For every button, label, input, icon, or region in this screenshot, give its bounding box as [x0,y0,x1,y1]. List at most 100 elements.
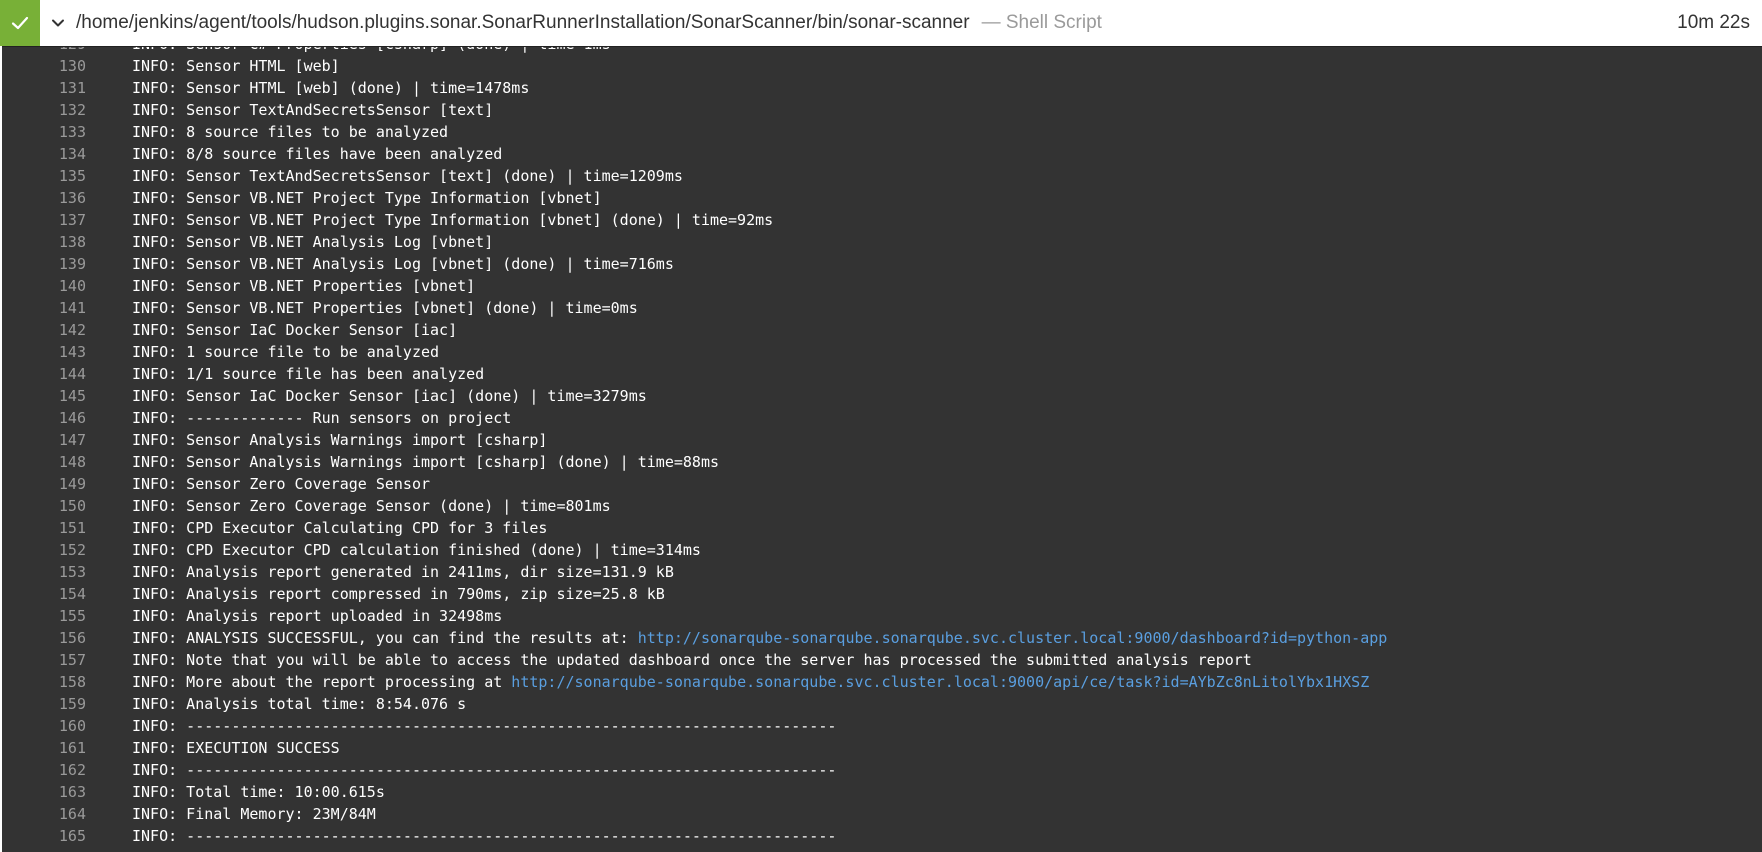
log-line: 162 INFO: -------------------------------… [2,759,1762,781]
log-message: INFO: Sensor VB.NET Project Type Informa… [132,211,774,229]
line-number[interactable]: 165 [2,825,86,847]
log-line-text: INFO: Sensor Zero Coverage Sensor (done)… [132,495,611,517]
log-line-text: INFO: 8/8 source files have been analyze… [132,143,502,165]
log-message: INFO: 8 source files to be analyzed [132,123,449,141]
line-number[interactable]: 135 [2,165,86,187]
log-line-text: INFO: Sensor Analysis Warnings import [c… [132,451,719,473]
line-number[interactable]: 133 [2,121,86,143]
line-number[interactable]: 147 [2,429,86,451]
log-line-text: INFO: 1 source file to be analyzed [132,341,439,363]
line-number[interactable]: 155 [2,605,86,627]
log-line-text: INFO: Note that you will be able to acce… [132,649,1252,671]
line-number[interactable]: 161 [2,737,86,759]
log-message: INFO: Sensor VB.NET Analysis Log [vbnet]… [132,255,674,273]
log-message: INFO: Sensor VB.NET Properties [vbnet] [132,277,476,295]
log-message: INFO: Sensor VB.NET Properties [vbnet] (… [132,299,638,317]
log-line: 163 INFO: Total time: 10:00.615s [2,781,1762,803]
log-line-text: INFO: ------------- Run sensors on proje… [132,407,511,429]
log-line: 136 INFO: Sensor VB.NET Project Type Info… [2,187,1762,209]
line-number[interactable]: 131 [2,77,86,99]
log-line: 143 INFO: 1 source file to be analyzed [2,341,1762,363]
line-number[interactable]: 154 [2,583,86,605]
log-line-text: INFO: Sensor HTML [web] [132,55,340,77]
log-line-text: INFO: Sensor VB.NET Analysis Log [vbnet]… [132,253,674,275]
log-line: 130 INFO: Sensor HTML [web] [2,55,1762,77]
log-line-text: INFO: 1/1 source file has been analyzed [132,363,484,385]
line-number[interactable]: 143 [2,341,86,363]
log-line-text: INFO: Sensor VB.NET Analysis Log [vbnet] [132,231,493,253]
line-number[interactable]: 138 [2,231,86,253]
log-line-text: INFO: Analysis report uploaded in 32498m… [132,605,502,627]
line-number[interactable]: 146 [2,407,86,429]
log-message: INFO: Analysis report compressed in 790m… [132,585,665,603]
log-url-link[interactable]: http://sonarqube-sonarqube.sonarqube.svc… [511,673,1369,691]
log-line: 147 INFO: Sensor Analysis Warnings import… [2,429,1762,451]
log-message: INFO: ANALYSIS SUCCESSFUL, you can find … [132,629,638,647]
log-message: INFO: Sensor IaC Docker Sensor [iac] [132,321,458,339]
step-title: /home/jenkins/agent/tools/hudson.plugins… [76,12,970,33]
log-message: INFO: Sensor VB.NET Analysis Log [vbnet] [132,233,494,251]
log-message: INFO: Sensor C# Properties [csharp] (don… [132,47,611,53]
success-status-indicator [0,0,40,46]
step-type-label: — Shell Script [981,12,1102,33]
line-number[interactable]: 152 [2,539,86,561]
line-number[interactable]: 142 [2,319,86,341]
line-number[interactable]: 160 [2,715,86,737]
log-line-text: INFO: Sensor TextAndSecretsSensor [text]… [132,165,683,187]
log-line-text: INFO: Sensor C# Properties [csharp] (don… [132,47,611,55]
log-line-text: INFO: Analysis total time: 8:54.076 s [132,693,466,715]
log-line: 161 INFO: EXECUTION SUCCESS [2,737,1762,759]
log-line: 157 INFO: Note that you will be able to a… [2,649,1762,671]
line-number[interactable]: 130 [2,55,86,77]
checkmark-icon [11,16,29,30]
log-line-text: INFO: CPD Executor Calculating CPD for 3… [132,517,547,539]
line-number[interactable]: 163 [2,781,86,803]
line-number[interactable]: 140 [2,275,86,297]
step-header[interactable]: /home/jenkins/agent/tools/hudson.plugins… [0,0,1762,46]
log-line: 150 INFO: Sensor Zero Coverage Sensor (do… [2,495,1762,517]
log-message: INFO: Sensor TextAndSecretsSensor [text]… [132,167,683,185]
log-message: INFO: ------------- Run sensors on proje… [132,409,512,427]
line-number[interactable]: 134 [2,143,86,165]
line-number[interactable]: 151 [2,517,86,539]
line-number[interactable]: 141 [2,297,86,319]
line-number[interactable]: 129 [2,47,86,55]
collapse-chevron-icon[interactable] [50,15,66,31]
log-message: INFO: ----------------------------------… [132,827,837,845]
log-line: 151 INFO: CPD Executor Calculating CPD fo… [2,517,1762,539]
log-line-text: INFO: Sensor HTML [web] (done) | time=14… [132,77,529,99]
log-line-text: INFO: ----------------------------------… [132,715,836,737]
step-duration: 10m 22s [1677,12,1750,33]
log-line: 165 INFO: -------------------------------… [2,825,1762,847]
log-line: 140 INFO: Sensor VB.NET Properties [vbnet… [2,275,1762,297]
log-message: INFO: Sensor VB.NET Project Type Informa… [132,189,602,207]
line-number[interactable]: 164 [2,803,86,825]
log-line-text: INFO: Sensor VB.NET Properties [vbnet] [132,275,475,297]
line-number[interactable]: 153 [2,561,86,583]
line-number[interactable]: 136 [2,187,86,209]
log-line-text: INFO: ----------------------------------… [132,825,836,847]
line-number[interactable]: 156 [2,627,86,649]
line-number[interactable]: 162 [2,759,86,781]
log-message: INFO: Sensor IaC Docker Sensor [iac] (do… [132,387,647,405]
line-number[interactable]: 159 [2,693,86,715]
log-message: INFO: Note that you will be able to acce… [132,651,1252,669]
line-number[interactable]: 157 [2,649,86,671]
log-message: INFO: Analysis total time: 8:54.076 s [132,695,467,713]
console-log-panel[interactable]: 129 INFO: Sensor C# Properties [csharp] (… [2,46,1762,852]
log-line-text: INFO: Sensor IaC Docker Sensor [iac] [132,319,457,341]
log-line-text: INFO: 8 source files to be analyzed [132,121,448,143]
line-number[interactable]: 148 [2,451,86,473]
line-number[interactable]: 150 [2,495,86,517]
line-number[interactable]: 144 [2,363,86,385]
log-line: 137 INFO: Sensor VB.NET Project Type Info… [2,209,1762,231]
log-url-link[interactable]: http://sonarqube-sonarqube.sonarqube.svc… [638,629,1388,647]
log-message: INFO: Sensor Analysis Warnings import [c… [132,453,719,471]
log-line: 138 INFO: Sensor VB.NET Analysis Log [vbn… [2,231,1762,253]
line-number[interactable]: 158 [2,671,86,693]
line-number[interactable]: 132 [2,99,86,121]
line-number[interactable]: 137 [2,209,86,231]
line-number[interactable]: 139 [2,253,86,275]
line-number[interactable]: 149 [2,473,86,495]
line-number[interactable]: 145 [2,385,86,407]
